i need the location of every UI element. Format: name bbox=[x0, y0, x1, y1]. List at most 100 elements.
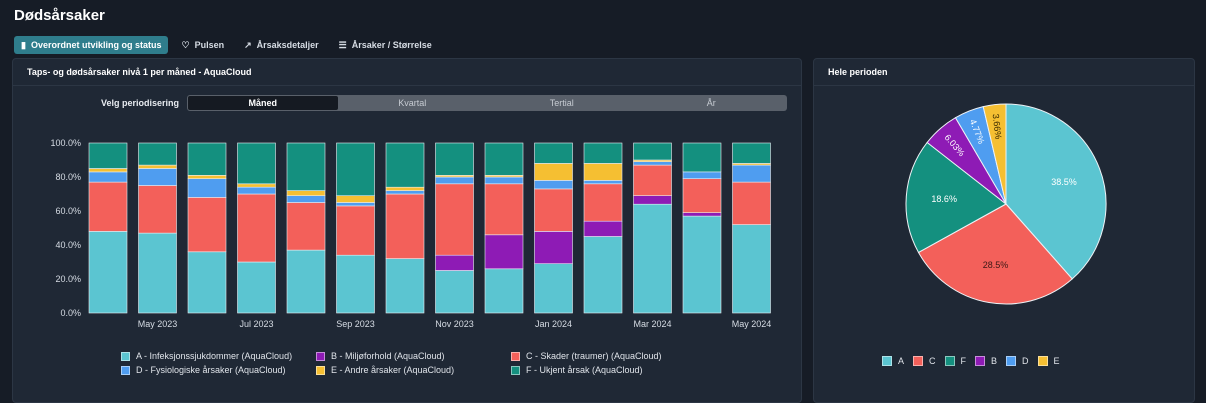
tab-overordnet[interactable]: ▮ Overordnet utvikling og status bbox=[14, 36, 169, 54]
bar-segment-d[interactable] bbox=[682, 171, 722, 180]
bar-segment-e[interactable] bbox=[187, 174, 227, 179]
bar-segment-f[interactable] bbox=[336, 142, 375, 197]
bar-segment-f[interactable] bbox=[138, 142, 177, 166]
bar-segment-d[interactable] bbox=[534, 180, 573, 190]
bar-segment-a[interactable] bbox=[336, 254, 375, 314]
bar-segment-c[interactable] bbox=[682, 178, 722, 214]
bar-segment-e[interactable] bbox=[88, 168, 128, 173]
bar-segment-e[interactable] bbox=[237, 183, 276, 188]
bar-segment-e[interactable] bbox=[138, 164, 177, 169]
bar-segment-a[interactable] bbox=[435, 270, 474, 314]
bar-segment-a[interactable] bbox=[88, 231, 128, 314]
bar-segment-d[interactable] bbox=[385, 190, 425, 195]
bar-segment-d[interactable] bbox=[732, 164, 771, 183]
bar-segment-a[interactable] bbox=[385, 258, 425, 314]
period-option-ar[interactable]: År bbox=[637, 96, 787, 110]
legend-item-a[interactable]: A - Infeksjonssjukdommer (AquaCloud) bbox=[121, 351, 316, 361]
tab-pulsen[interactable]: ♡ Pulsen bbox=[174, 36, 231, 54]
bar-segment-f[interactable] bbox=[732, 142, 771, 164]
bar-segment-a[interactable] bbox=[732, 224, 771, 314]
legend-item-e[interactable]: E - Andre årsaker (AquaCloud) bbox=[316, 365, 511, 375]
legend-swatch-b bbox=[316, 351, 325, 361]
bar-segment-a[interactable] bbox=[484, 268, 524, 314]
pie-legend-item-b[interactable]: B bbox=[975, 356, 997, 366]
bar-segment-c[interactable] bbox=[88, 181, 128, 232]
pie-legend-swatch-c bbox=[913, 356, 924, 366]
bar-segment-b[interactable] bbox=[633, 195, 672, 205]
legend-item-b[interactable]: B - Miljøforhold (AquaCloud) bbox=[316, 351, 511, 361]
bar-segment-a[interactable] bbox=[138, 232, 177, 314]
pie-legend-item-c[interactable]: C bbox=[913, 356, 936, 366]
bar-segment-e[interactable] bbox=[583, 163, 623, 181]
bar-segment-c[interactable] bbox=[583, 183, 623, 222]
bar-segment-f[interactable] bbox=[583, 142, 623, 164]
bar-segment-c[interactable] bbox=[534, 188, 573, 232]
bar-segment-d[interactable] bbox=[138, 168, 177, 186]
pie-legend-item-a[interactable]: A bbox=[882, 356, 904, 366]
bar-segment-e[interactable] bbox=[385, 186, 425, 191]
bar-segment-f[interactable] bbox=[682, 142, 722, 173]
bar-segment-f[interactable] bbox=[385, 142, 425, 188]
period-segmented-control: Måned Kvartal Tertial År bbox=[187, 95, 788, 111]
bar-segment-c[interactable] bbox=[187, 197, 227, 253]
bar-segment-b[interactable] bbox=[534, 231, 573, 265]
bar-segment-a[interactable] bbox=[583, 236, 623, 314]
bar-segment-a[interactable] bbox=[286, 249, 326, 314]
bar-segment-b[interactable] bbox=[484, 234, 524, 270]
bar-segment-a[interactable] bbox=[682, 215, 722, 314]
pie-slice-label: 18.6% bbox=[931, 194, 957, 204]
bar-segment-f[interactable] bbox=[534, 142, 573, 164]
bar-segment-f[interactable] bbox=[286, 142, 326, 191]
bar-segment-e[interactable] bbox=[534, 163, 573, 181]
bar-segment-c[interactable] bbox=[336, 205, 375, 256]
bar-segment-c[interactable] bbox=[633, 164, 672, 197]
tab-bar: ▮ Overordnet utvikling og status ♡ Pulse… bbox=[14, 36, 439, 54]
period-option-kvartal[interactable]: Kvartal bbox=[338, 96, 488, 110]
bar-segment-d[interactable] bbox=[237, 186, 276, 195]
bar-segment-d[interactable] bbox=[187, 178, 227, 198]
bar-segment-f[interactable] bbox=[237, 142, 276, 185]
x-tick-label: Jul 2023 bbox=[239, 319, 273, 329]
bar-segment-a[interactable] bbox=[633, 203, 672, 314]
bar-segment-e[interactable] bbox=[336, 195, 375, 203]
bar-segment-f[interactable] bbox=[484, 142, 524, 176]
bar-segment-f[interactable] bbox=[435, 142, 474, 176]
bar-segment-d[interactable] bbox=[484, 176, 524, 185]
bar-segment-d[interactable] bbox=[633, 161, 672, 166]
bar-segment-b[interactable] bbox=[583, 220, 623, 237]
legend-item-c[interactable]: C - Skader (traumer) (AquaCloud) bbox=[511, 351, 706, 361]
bar-segment-b[interactable] bbox=[435, 254, 474, 271]
bar-segment-c[interactable] bbox=[385, 193, 425, 259]
pie-legend-item-d[interactable]: D bbox=[1006, 356, 1029, 366]
bar-segment-b[interactable] bbox=[682, 212, 722, 217]
pie-legend-swatch-b bbox=[975, 356, 986, 366]
period-option-maned[interactable]: Måned bbox=[188, 96, 338, 110]
bar-segment-e[interactable] bbox=[286, 190, 326, 196]
tab-arsaksdetaljer[interactable]: ↗ Årsaksdetaljer bbox=[237, 36, 326, 54]
bar-segment-d[interactable] bbox=[286, 195, 326, 203]
bar-segment-c[interactable] bbox=[237, 193, 276, 263]
bar-segment-f[interactable] bbox=[633, 142, 672, 161]
legend-item-f[interactable]: F - Ukjent årsak (AquaCloud) bbox=[511, 365, 706, 375]
bar-segment-d[interactable] bbox=[88, 171, 128, 183]
tab-arsaker-storrelse[interactable]: ☰ Årsaker / Størrelse bbox=[332, 36, 439, 54]
bar-segment-d[interactable] bbox=[435, 176, 474, 185]
bar-segment-d[interactable] bbox=[583, 180, 623, 185]
bar-segment-a[interactable] bbox=[187, 251, 227, 314]
period-option-tertial[interactable]: Tertial bbox=[487, 96, 637, 110]
bar-segment-c[interactable] bbox=[484, 183, 524, 236]
legend-item-d[interactable]: D - Fysiologiske årsaker (AquaCloud) bbox=[121, 365, 316, 375]
bar-segment-c[interactable] bbox=[286, 202, 326, 251]
pie-legend-item-e[interactable]: E bbox=[1037, 356, 1060, 366]
bar-segment-f[interactable] bbox=[88, 142, 128, 169]
pie-legend-label-c: C bbox=[929, 356, 936, 366]
bar-segment-a[interactable] bbox=[237, 261, 276, 314]
y-tick-label: 60.0% bbox=[55, 206, 81, 216]
bar-segment-a[interactable] bbox=[534, 263, 573, 314]
bar-segment-f[interactable] bbox=[187, 142, 227, 176]
pie-legend-item-f[interactable]: F bbox=[944, 356, 966, 366]
bar-segment-c[interactable] bbox=[732, 181, 771, 225]
bar-segment-c[interactable] bbox=[435, 183, 474, 256]
bar-segment-c[interactable] bbox=[138, 185, 177, 234]
bar-segment-d[interactable] bbox=[336, 202, 375, 207]
